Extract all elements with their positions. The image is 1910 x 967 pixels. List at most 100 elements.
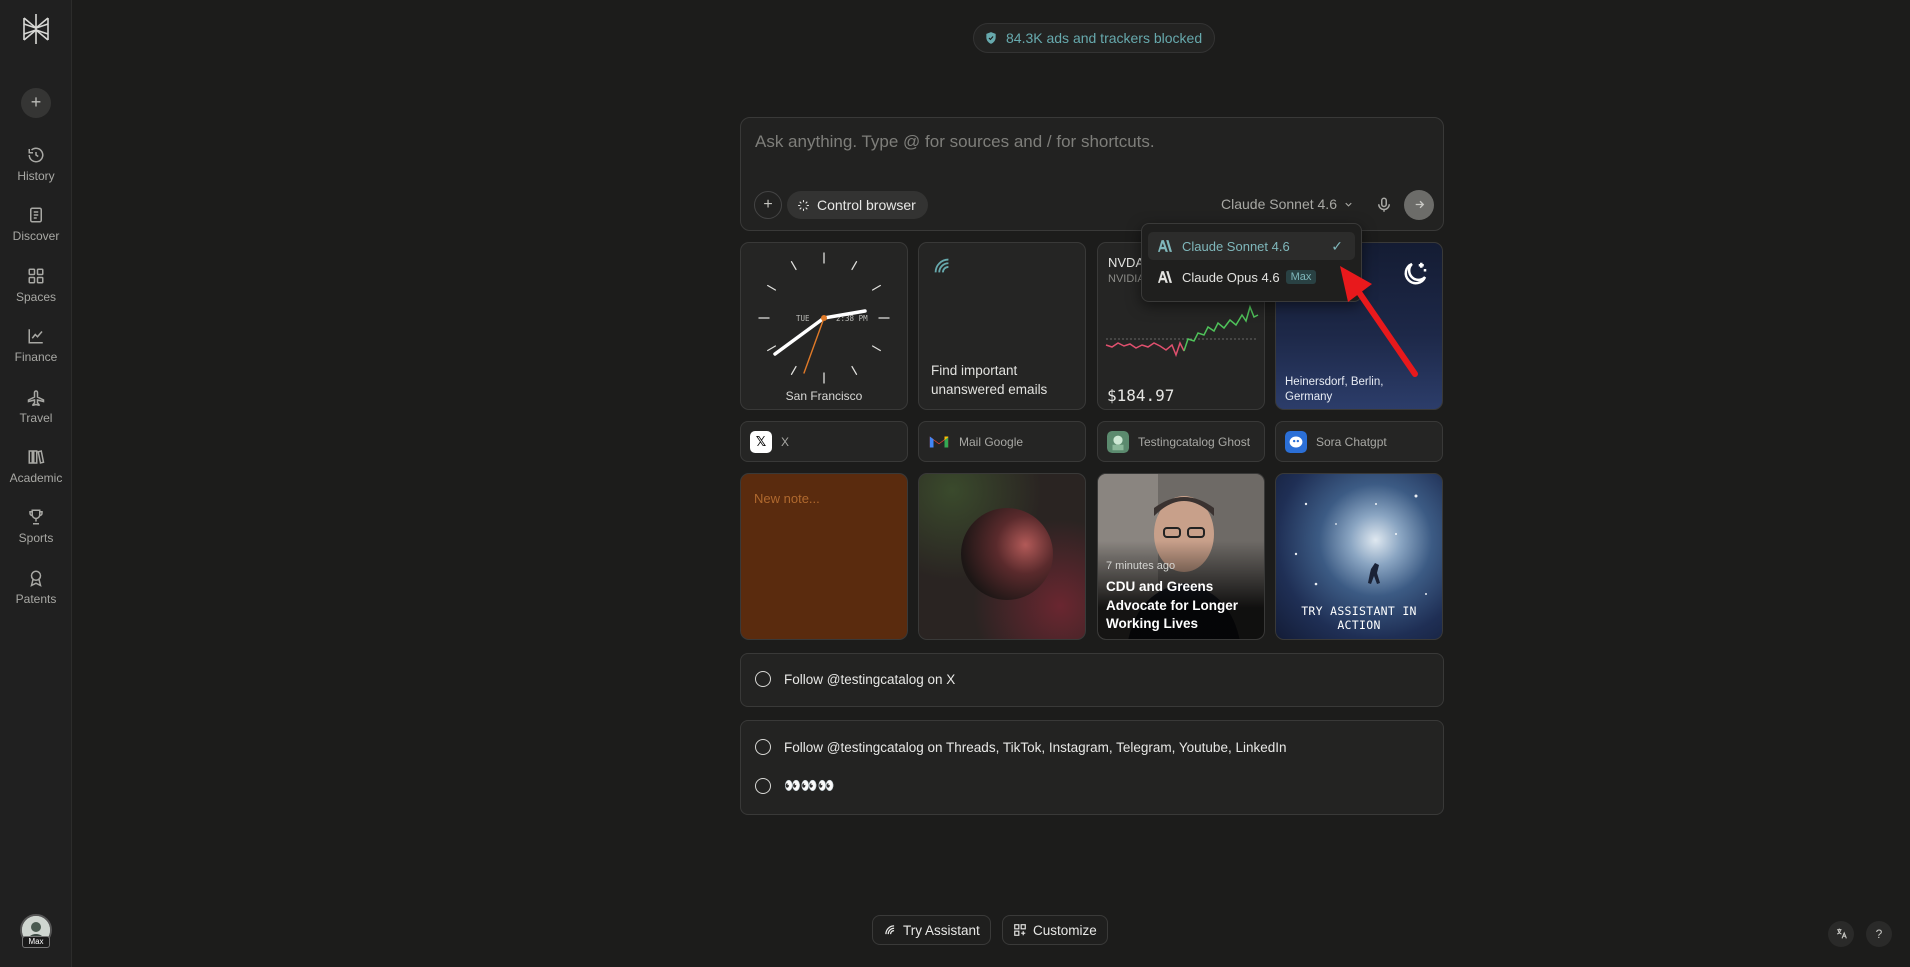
sidebar-item-finance[interactable]: Finance: [0, 327, 72, 364]
sidebar-item-sports[interactable]: Sports: [0, 508, 72, 545]
trackers-blocked-pill[interactable]: 84.3K ads and trackers blocked: [973, 23, 1216, 53]
shortcut-mail-google[interactable]: Mail Google: [918, 421, 1086, 462]
model-selector[interactable]: Claude Sonnet 4.6: [1221, 196, 1354, 212]
news-card[interactable]: 7 minutes ago CDU and Greens Advocate fo…: [1097, 473, 1265, 640]
help-button[interactable]: ?: [1866, 921, 1892, 947]
sidebar-item-label: Travel: [19, 411, 53, 425]
wallpaper-card[interactable]: [918, 473, 1086, 640]
task-checkbox[interactable]: [755, 671, 771, 687]
clock-widget[interactable]: TUE 2:38 PM San Francisco: [740, 242, 908, 410]
sidebar-item-history[interactable]: History: [0, 146, 72, 183]
task-checkbox[interactable]: [755, 778, 771, 794]
email-assistant-widget[interactable]: Find important unanswered emails: [918, 242, 1086, 410]
shield-icon: [986, 32, 996, 44]
gmail-icon: [929, 436, 949, 447]
shortcut-sora-chatgpt[interactable]: Sora Chatgpt: [1275, 421, 1443, 462]
sora-icon: [1285, 430, 1307, 453]
attach-button[interactable]: +: [754, 191, 782, 219]
app-logo-icon[interactable]: [20, 12, 52, 46]
model-option-sonnet[interactable]: Claude Sonnet 4.6 ✓: [1148, 232, 1355, 260]
sidebar-item-label: Patents: [15, 592, 57, 606]
ghost-icon: [1107, 430, 1129, 453]
customize-label: Customize: [1033, 922, 1097, 938]
stock-ticker: NVDA: [1108, 255, 1145, 270]
clock-day: TUE: [796, 314, 810, 323]
model-option-label: Claude Opus 4.6: [1182, 269, 1280, 285]
finance-icon: [28, 329, 43, 344]
control-browser-label: Control browser: [817, 197, 916, 213]
shortcut-label: X: [781, 434, 790, 449]
sidebar: + History Discover Spaces Finance Travel…: [0, 0, 72, 967]
note-card[interactable]: New note...: [740, 473, 908, 640]
control-browser-button[interactable]: Control browser: [787, 191, 928, 219]
shortcut-label: Testingcatalog Ghost: [1138, 434, 1251, 449]
news-time: 7 minutes ago: [1106, 560, 1176, 572]
patents-icon: [30, 570, 42, 587]
stock-price: $184.97: [1107, 386, 1175, 405]
task-label: Follow @testingcatalog on Threads, TikTo…: [784, 739, 1287, 755]
task-item[interactable]: Follow @testingcatalog on X: [755, 671, 955, 687]
stock-name: NVIDIA: [1108, 273, 1145, 285]
customize-button[interactable]: Customize: [1002, 915, 1108, 945]
sports-icon: [29, 509, 43, 525]
news-title: CDU and Greens Advocate for Longer Worki…: [1106, 579, 1239, 631]
planet-image: [961, 508, 1053, 600]
academic-icon: [28, 450, 45, 464]
x-logo-icon: 𝕏: [750, 430, 772, 453]
stock-sparkline: [1105, 304, 1259, 358]
model-option-opus[interactable]: Claude Opus 4.6 Max: [1148, 263, 1355, 291]
shortcut-label: Sora Chatgpt: [1316, 434, 1387, 449]
discover-icon: [30, 207, 42, 223]
plan-badge: Max: [22, 936, 50, 948]
check-icon: ✓: [1331, 238, 1343, 254]
layout-grid-icon: [1014, 924, 1026, 936]
sidebar-item-discover[interactable]: Discover: [0, 206, 72, 243]
model-option-label: Claude Sonnet 4.6: [1182, 238, 1290, 254]
translate-button[interactable]: [1828, 921, 1854, 947]
sidebar-item-label: Spaces: [15, 290, 57, 304]
sidebar-item-label: Sports: [18, 531, 54, 545]
history-icon: [28, 147, 44, 163]
new-thread-button[interactable]: +: [21, 88, 51, 118]
ask-input[interactable]: Ask anything. Type @ for sources and / f…: [755, 132, 1155, 152]
note-input[interactable]: New note...: [754, 491, 820, 506]
sidebar-item-label: History: [17, 169, 55, 183]
ask-box[interactable]: Ask anything. Type @ for sources and / f…: [740, 117, 1444, 231]
spaces-icon: [28, 268, 44, 284]
shortcut-x[interactable]: 𝕏 X: [740, 421, 908, 462]
annotation-arrow-icon: [1340, 266, 1418, 377]
task-label: 👀👀👀: [784, 778, 835, 793]
try-assistant-label: Try Assistant: [903, 922, 980, 938]
task-list-2: Follow @testingcatalog on Threads, TikTo…: [740, 720, 1444, 815]
assistant-signal-icon: [885, 925, 895, 935]
assistant-signal-icon: [934, 258, 949, 273]
shortcut-testingcatalog-ghost[interactable]: Testingcatalog Ghost: [1097, 421, 1265, 462]
travel-icon: [27, 390, 45, 406]
assistant-promo-label: TRY ASSISTANT IN ACTION: [1301, 604, 1417, 632]
sidebar-item-label: Academic: [9, 471, 63, 485]
task-list-1: Follow @testingcatalog on X: [740, 653, 1444, 707]
anthropic-icon: [1158, 240, 1172, 252]
sidebar-item-label: Finance: [14, 350, 58, 364]
sparkle-cursor-icon: [798, 199, 809, 211]
send-button[interactable]: [1404, 190, 1434, 220]
sidebar-item-academic[interactable]: Academic: [0, 448, 72, 485]
sidebar-item-spaces[interactable]: Spaces: [0, 267, 72, 304]
chevron-down-icon: [1345, 202, 1352, 207]
task-label: Follow @testingcatalog on X: [784, 671, 956, 687]
shortcut-label: Mail Google: [959, 434, 1024, 449]
sidebar-item-travel[interactable]: Travel: [0, 388, 72, 425]
model-selector-label: Claude Sonnet 4.6: [1221, 196, 1337, 212]
assistant-promo-card[interactable]: TRY ASSISTANT IN ACTION: [1275, 473, 1443, 640]
translate-icon: [1836, 928, 1847, 939]
clock-city: San Francisco: [785, 389, 863, 403]
model-dropdown: Claude Sonnet 4.6 ✓ Claude Opus 4.6 Max: [1141, 223, 1362, 302]
task-checkbox[interactable]: [755, 739, 771, 755]
trackers-blocked-text: 84.3K ads and trackers blocked: [1006, 30, 1203, 46]
sidebar-item-patents[interactable]: Patents: [0, 569, 72, 606]
task-item[interactable]: Follow @testingcatalog on Threads, TikTo…: [755, 739, 1287, 755]
microphone-icon[interactable]: [1375, 195, 1393, 215]
try-assistant-button[interactable]: Try Assistant: [872, 915, 991, 945]
max-badge: Max: [1285, 270, 1317, 284]
task-item[interactable]: 👀👀👀: [755, 778, 834, 794]
